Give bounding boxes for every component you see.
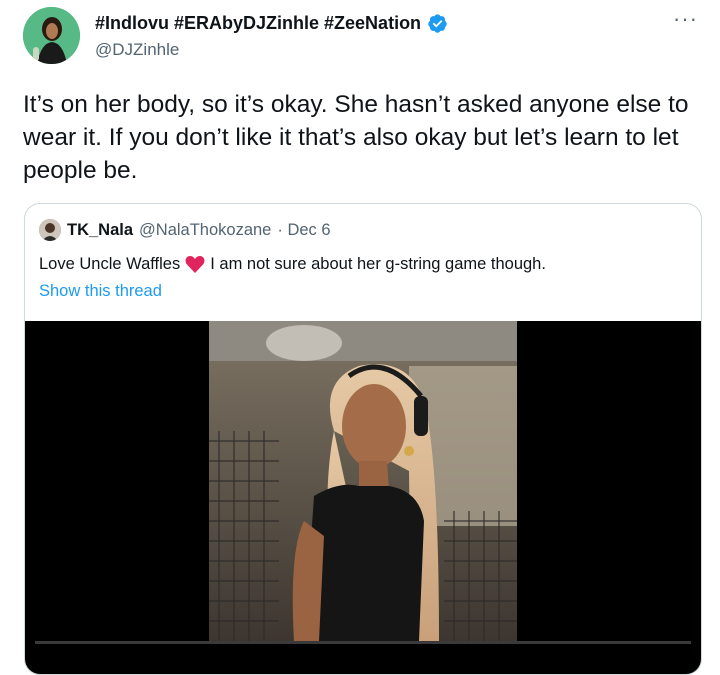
more-horizontal-icon[interactable]: ··· bbox=[673, 6, 698, 32]
video-progress-bar[interactable] bbox=[35, 641, 691, 644]
quoted-tweet-card[interactable]: TK_Nala @NalaThokozane · Dec 6 Love Uncl… bbox=[24, 203, 702, 675]
quoted-text-before: Love Uncle Waffles bbox=[39, 255, 181, 273]
author-display-name[interactable]: #Indlovu #ERAbyDJZinhle #ZeeNation bbox=[95, 13, 421, 34]
quoted-tweet-header: TK_Nala @NalaThokozane · Dec 6 bbox=[39, 219, 331, 241]
quoted-tweet-text: Love Uncle Waffles I am not sure about h… bbox=[39, 255, 546, 274]
author-name-row[interactable]: #Indlovu #ERAbyDJZinhle #ZeeNation bbox=[95, 13, 448, 34]
author-avatar[interactable] bbox=[23, 7, 80, 64]
video-player[interactable] bbox=[25, 321, 701, 674]
author-handle[interactable]: @DJZinhle bbox=[95, 40, 179, 60]
quoted-text-after: I am not sure about her g-string game th… bbox=[210, 255, 546, 273]
quoted-author-handle[interactable]: @NalaThokozane bbox=[139, 221, 271, 240]
quoted-author-name[interactable]: TK_Nala bbox=[67, 221, 133, 240]
show-thread-link[interactable]: Show this thread bbox=[39, 282, 162, 301]
quoted-tweet-date[interactable]: · Dec 6 bbox=[277, 221, 330, 240]
quoted-author-avatar[interactable] bbox=[39, 219, 61, 241]
verified-badge-icon bbox=[427, 13, 448, 34]
red-heart-icon bbox=[185, 255, 205, 274]
avatar-image bbox=[23, 7, 80, 64]
video-frame-image bbox=[209, 321, 517, 641]
tweet-text: It’s on her body, so it’s okay. She hasn… bbox=[23, 91, 689, 184]
